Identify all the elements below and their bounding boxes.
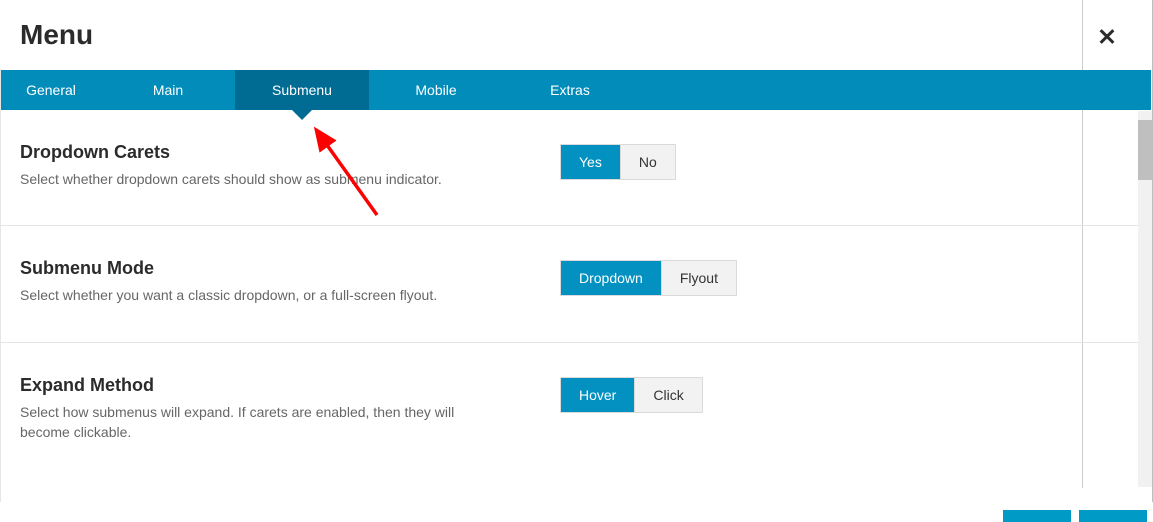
- setting-title: Submenu Mode: [20, 258, 560, 279]
- toggle-expand-method: Hover Click: [560, 377, 703, 413]
- toggle-option-hover[interactable]: Hover: [561, 378, 634, 412]
- setting-desc: Select whether dropdown carets should sh…: [20, 169, 480, 189]
- tab-main[interactable]: Main: [101, 70, 235, 110]
- settings-panel: Dropdown Carets Select whether dropdown …: [0, 110, 1138, 488]
- toggle-option-no[interactable]: No: [620, 145, 675, 179]
- toggle-option-click[interactable]: Click: [634, 378, 701, 412]
- tab-submenu[interactable]: Submenu: [235, 70, 369, 110]
- setting-expand-method: Expand Method Select how submenus will e…: [0, 343, 1138, 479]
- tab-extras[interactable]: Extras: [503, 70, 637, 110]
- footer-button-primary[interactable]: [1003, 510, 1071, 522]
- toggle-dropdown-carets: Yes No: [560, 144, 676, 180]
- setting-desc: Select whether you want a classic dropdo…: [20, 285, 480, 305]
- scrollbar-thumb[interactable]: [1138, 120, 1152, 180]
- tab-bar: General Main Submenu Mobile Extras: [1, 70, 1151, 110]
- tab-general[interactable]: General: [1, 70, 101, 110]
- setting-dropdown-carets: Dropdown Carets Select whether dropdown …: [0, 110, 1138, 226]
- setting-title: Expand Method: [20, 375, 560, 396]
- page-title: Menu: [20, 0, 1062, 70]
- toggle-option-flyout[interactable]: Flyout: [661, 261, 736, 295]
- setting-title: Dropdown Carets: [20, 142, 560, 163]
- footer-button-secondary[interactable]: [1079, 510, 1147, 522]
- setting-submenu-mode: Submenu Mode Select whether you want a c…: [0, 226, 1138, 342]
- close-icon[interactable]: [1093, 22, 1121, 50]
- toggle-option-dropdown[interactable]: Dropdown: [561, 261, 661, 295]
- setting-desc: Select how submenus will expand. If care…: [20, 402, 480, 443]
- toggle-submenu-mode: Dropdown Flyout: [560, 260, 737, 296]
- toggle-option-yes[interactable]: Yes: [561, 145, 620, 179]
- tab-mobile[interactable]: Mobile: [369, 70, 503, 110]
